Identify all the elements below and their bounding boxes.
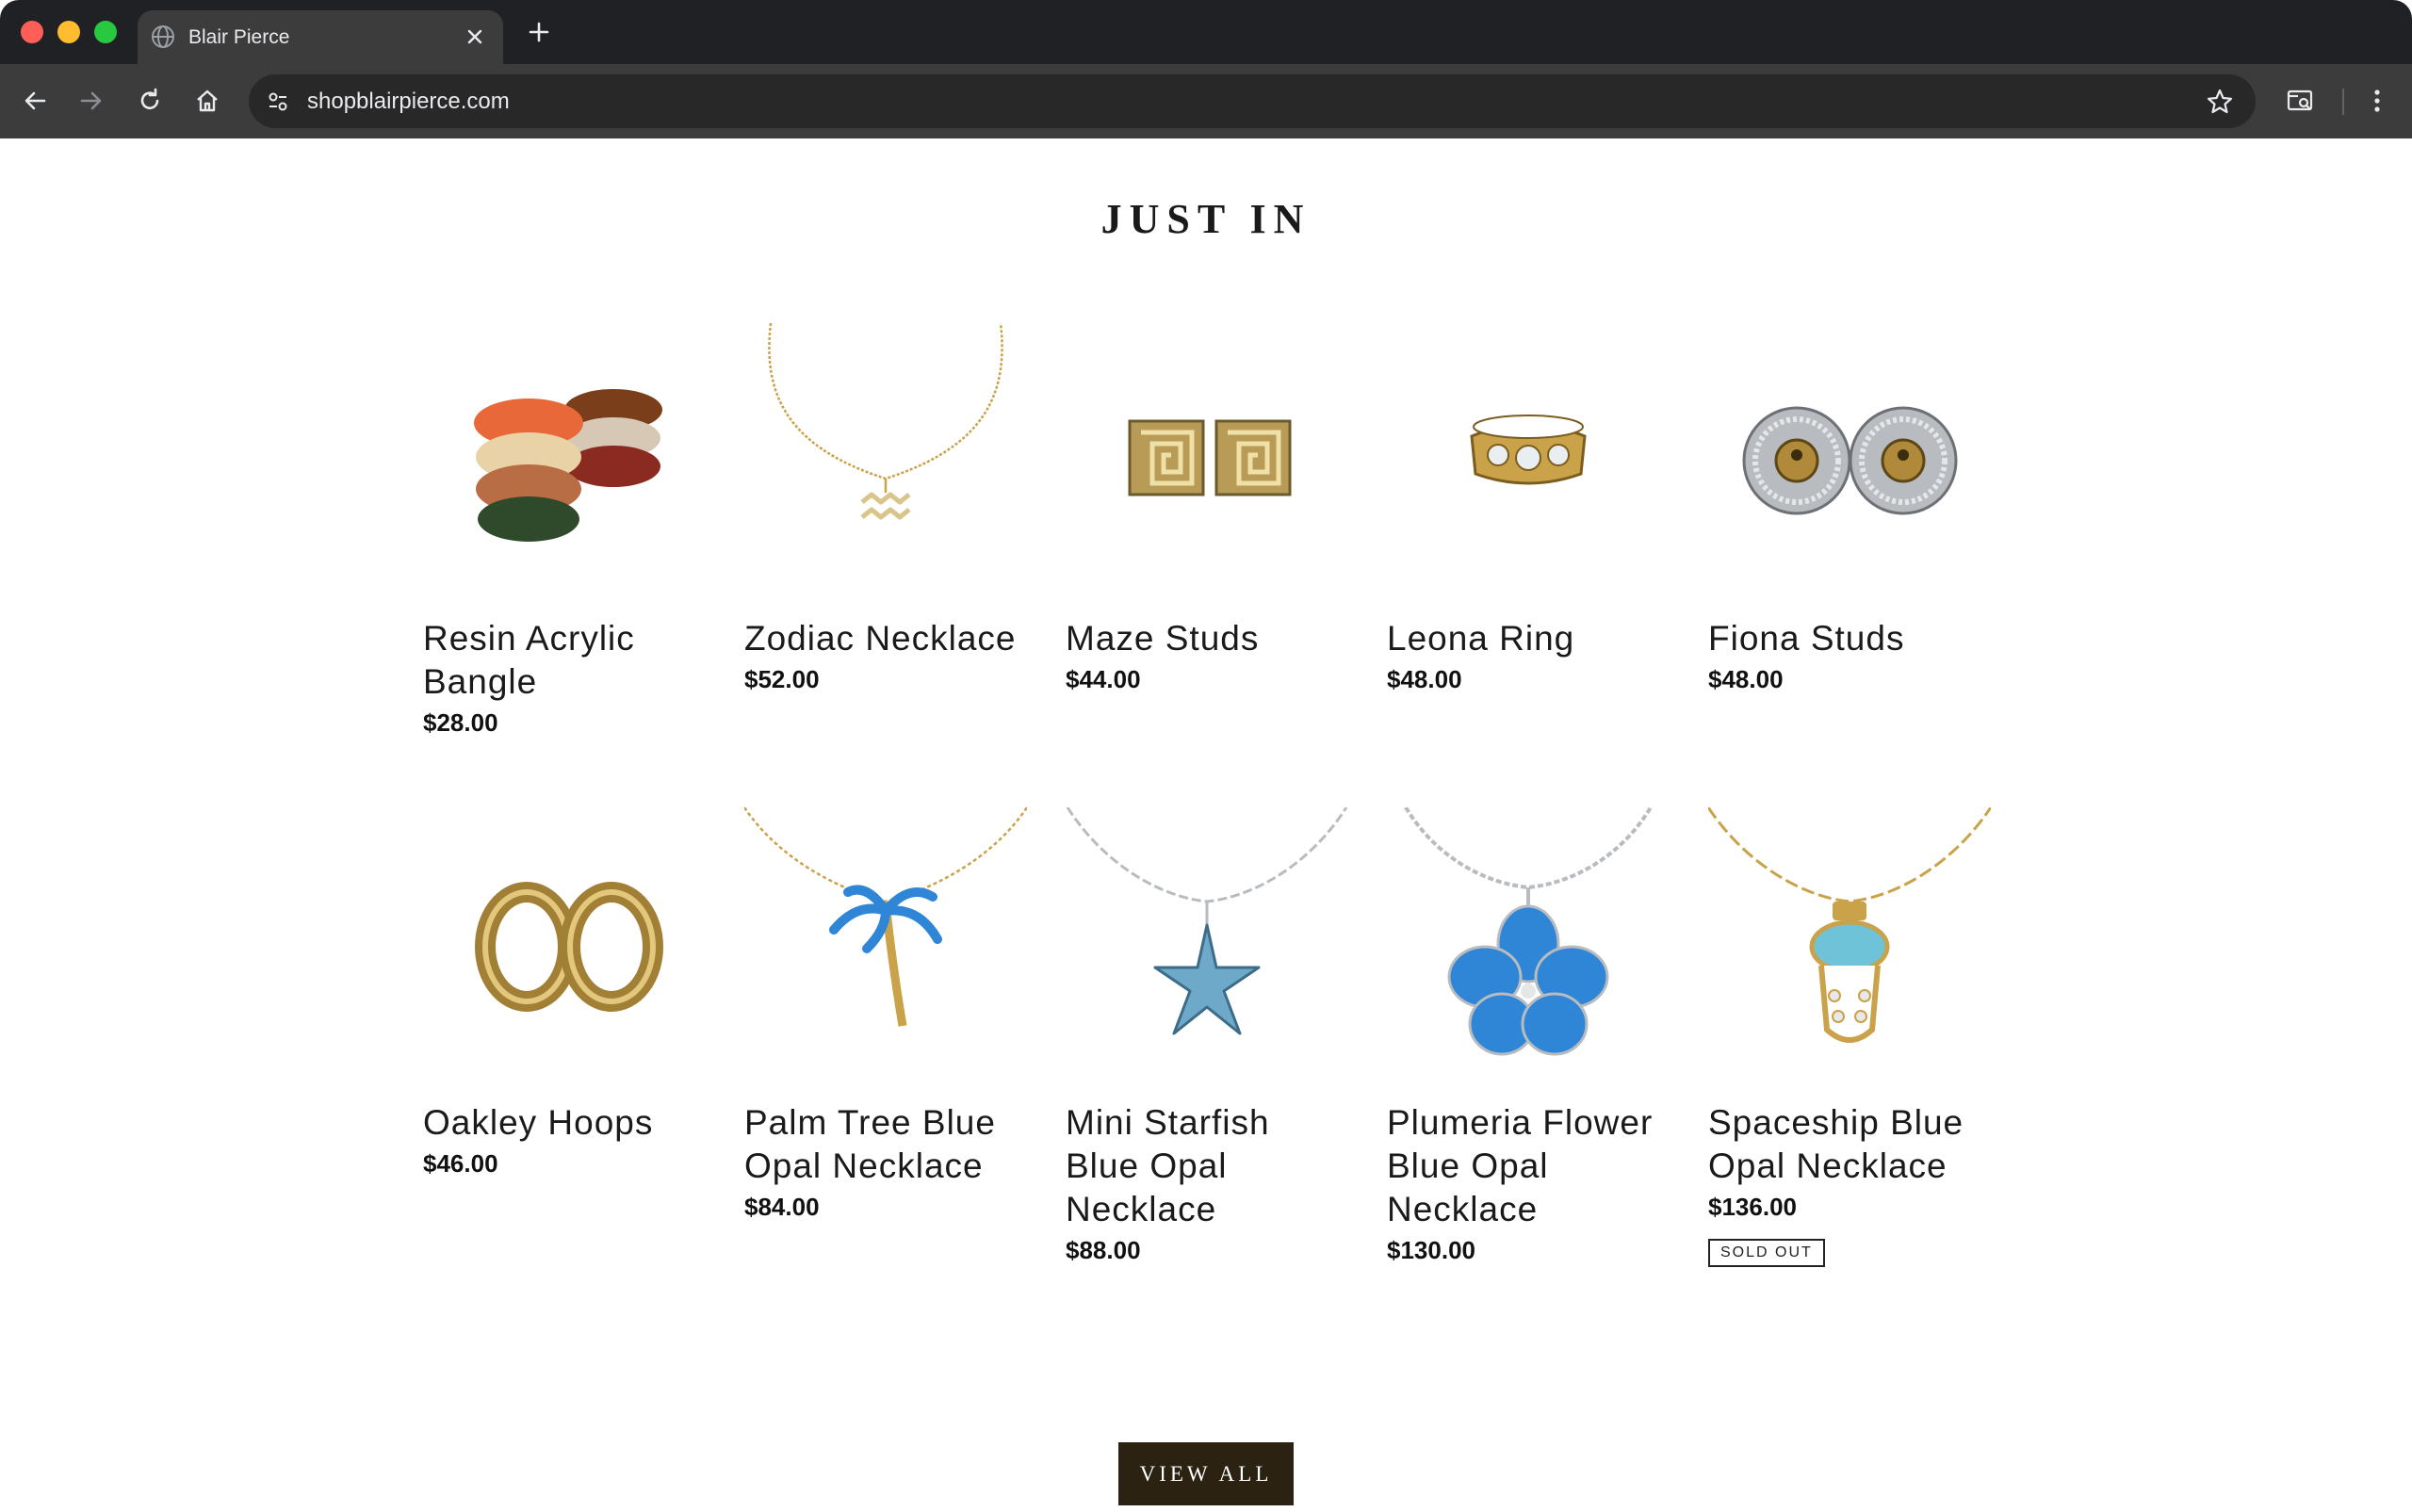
window-close-button[interactable] [21, 21, 43, 43]
product-price: $28.00 [423, 708, 498, 737]
product-title[interactable]: Plumeria Flower Blue Opal Necklace $130.… [1387, 1101, 1660, 1267]
view-all-button[interactable]: VIEW ALL [1118, 1442, 1294, 1505]
product-title[interactable]: Leona Ring $48.00 [1387, 617, 1660, 696]
more-menu-icon[interactable] [2361, 85, 2393, 117]
close-icon[interactable] [464, 25, 486, 48]
product-price: $46.00 [423, 1149, 498, 1178]
product-name[interactable]: Resin Acrylic Bangle [423, 619, 635, 701]
back-arrow-icon[interactable] [19, 85, 51, 117]
new-tab-plus-icon[interactable] [526, 19, 552, 45]
browser-tab[interactable]: Blair Pierce [138, 10, 503, 64]
product-image-maze-studs[interactable] [1066, 323, 1348, 587]
tab-strip: Blair Pierce [0, 0, 2412, 64]
section-title: JUST IN [1100, 196, 1312, 242]
sold-out-badge: SOLD OUT [1708, 1239, 1825, 1267]
product-title[interactable]: Spaceship Blue Opal Necklace $136.00 SOL… [1708, 1101, 1981, 1267]
product-price: $52.00 [744, 665, 820, 693]
product-name[interactable]: Palm Tree Blue Opal Necklace [744, 1103, 996, 1185]
product-price: $130.00 [1387, 1236, 1475, 1264]
product-image-leona-ring[interactable] [1387, 323, 1670, 587]
product-name[interactable]: Leona Ring [1387, 619, 1574, 658]
product-image-spaceship-necklace[interactable] [1708, 807, 1991, 1071]
product-title[interactable]: Zodiac Necklace $52.00 [744, 617, 1018, 696]
product-price: $88.00 [1066, 1236, 1141, 1264]
product-name[interactable]: Zodiac Necklace [744, 619, 1017, 658]
product-title[interactable]: Maze Studs $44.00 [1066, 617, 1339, 696]
site-settings-icon[interactable] [262, 86, 294, 118]
product-title[interactable]: Fiona Studs $48.00 [1708, 617, 1981, 696]
reload-icon[interactable] [134, 85, 166, 117]
bookmark-star-icon[interactable] [2205, 87, 2235, 117]
product-name[interactable]: Spaceship Blue Opal Necklace [1708, 1103, 1964, 1185]
product-price: $136.00 [1708, 1193, 1797, 1221]
product-price: $48.00 [1387, 665, 1462, 693]
product-name[interactable]: Fiona Studs [1708, 619, 1904, 658]
tab-search-icon[interactable] [2284, 85, 2316, 117]
url-text[interactable]: shopblairpierce.com [307, 89, 510, 114]
toolbar-divider [2342, 89, 2344, 115]
product-price: $48.00 [1708, 665, 1784, 693]
window-minimize-button[interactable] [57, 21, 80, 43]
product-image-plumeria-necklace[interactable] [1387, 807, 1670, 1071]
globe-icon [152, 25, 174, 48]
product-name[interactable]: Plumeria Flower Blue Opal Necklace [1387, 1103, 1653, 1228]
product-image-oakley-hoops[interactable] [423, 807, 706, 1071]
product-price: $44.00 [1066, 665, 1141, 693]
home-icon[interactable] [191, 85, 223, 117]
product-name[interactable]: Oakley Hoops [423, 1103, 653, 1142]
window-maximize-button[interactable] [94, 21, 117, 43]
product-image-zodiac-necklace[interactable] [744, 323, 1027, 587]
browser-toolbar: shopblairpierce.com [0, 64, 2412, 138]
product-name[interactable]: Maze Studs [1066, 619, 1259, 658]
address-bar[interactable]: shopblairpierce.com [249, 74, 2256, 128]
forward-arrow-icon[interactable] [75, 85, 107, 117]
product-image-bangle[interactable] [423, 323, 706, 587]
product-price: $84.00 [744, 1193, 820, 1221]
product-name[interactable]: Mini Starfish Blue Opal Necklace [1066, 1103, 1270, 1228]
product-image-fiona-studs[interactable] [1708, 323, 1991, 587]
product-title[interactable]: Mini Starfish Blue Opal Necklace $88.00 [1066, 1101, 1339, 1267]
tab-title: Blair Pierce [188, 26, 290, 48]
product-image-palm-tree-necklace[interactable] [744, 807, 1027, 1071]
product-title[interactable]: Resin Acrylic Bangle $28.00 [423, 617, 696, 740]
product-title[interactable]: Palm Tree Blue Opal Necklace $84.00 [744, 1101, 1018, 1224]
product-image-starfish-necklace[interactable] [1066, 807, 1348, 1071]
product-title[interactable]: Oakley Hoops $46.00 [423, 1101, 696, 1180]
page-content: JUST IN Resin Acrylic Bangle $28.00 Zodi… [0, 138, 2412, 1512]
browser-window: Blair Pierce shopblairpierce.com JUST IN… [0, 0, 2412, 1512]
